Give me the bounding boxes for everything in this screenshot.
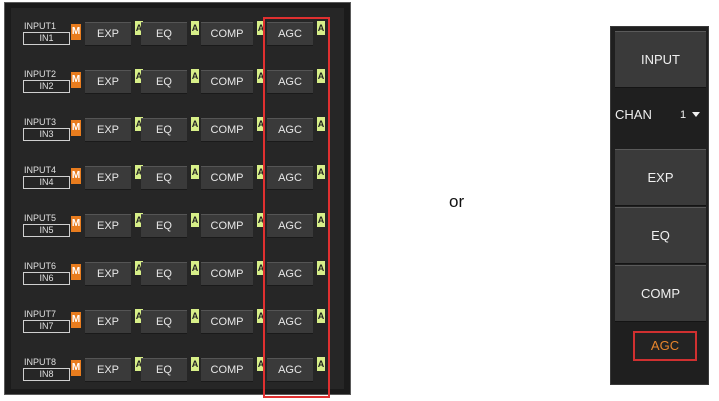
eq-button[interactable]: EQ <box>141 358 187 382</box>
mute-button[interactable]: M <box>71 168 81 184</box>
input-channel-box: IN5 <box>23 224 70 237</box>
input-channel-box: IN4 <box>23 176 70 189</box>
active-indicator[interactable]: A <box>191 117 199 131</box>
channel-panel: INPUT CHAN 1 EXP EQ COMP AGC <box>610 26 709 385</box>
input-name: INPUT7 <box>24 309 57 319</box>
exp-button[interactable]: EXP <box>85 22 131 46</box>
comp-button[interactable]: COMP <box>201 70 253 94</box>
input-matrix-panel: INPUT1 IN1 M EXP A EQ A COMP A AGC A INPUT2 IN2 M EXP A… <box>4 2 351 398</box>
exp-button[interactable]: EXP <box>85 118 131 142</box>
input-label[interactable]: INPUT4 IN4 <box>23 165 70 189</box>
exp-button[interactable]: EXP <box>85 70 131 94</box>
eq-button[interactable]: EQ <box>141 70 187 94</box>
input-channel-box: IN3 <box>23 128 70 141</box>
eq-button[interactable]: EQ <box>615 207 706 264</box>
comp-button[interactable]: COMP <box>201 22 253 46</box>
input-label[interactable]: INPUT2 IN2 <box>23 69 70 93</box>
input-name: INPUT6 <box>24 261 57 271</box>
mute-button[interactable]: M <box>71 72 81 88</box>
channel-select-value: 1 <box>680 109 687 121</box>
exp-button[interactable]: EXP <box>85 214 131 238</box>
mute-button[interactable]: M <box>71 264 81 280</box>
comp-button[interactable]: COMP <box>201 166 253 190</box>
input-name: INPUT5 <box>24 213 57 223</box>
chevron-down-icon <box>692 112 700 117</box>
channel-select[interactable]: 1 <box>678 108 704 122</box>
input-button[interactable]: INPUT <box>615 31 706 88</box>
input-label[interactable]: INPUT1 IN1 <box>23 21 70 45</box>
input-channel-box: IN6 <box>23 272 70 285</box>
active-indicator[interactable]: A <box>191 261 199 275</box>
active-indicator[interactable]: A <box>191 69 199 83</box>
eq-button[interactable]: EQ <box>141 22 187 46</box>
input-label[interactable]: INPUT6 IN6 <box>23 261 70 285</box>
input-name: INPUT2 <box>24 69 57 79</box>
agc-column-highlight <box>263 17 330 398</box>
input-label[interactable]: INPUT8 IN8 <box>23 357 70 381</box>
active-indicator[interactable]: A <box>191 213 199 227</box>
input-channel-box: IN1 <box>23 32 70 45</box>
comp-button[interactable]: COMP <box>201 118 253 142</box>
exp-button[interactable]: EXP <box>615 149 706 206</box>
input-channel-box: IN7 <box>23 320 70 333</box>
input-name: INPUT8 <box>24 357 57 367</box>
comp-button[interactable]: COMP <box>201 358 253 382</box>
input-name: INPUT1 <box>24 21 57 31</box>
active-indicator[interactable]: A <box>191 165 199 179</box>
eq-button[interactable]: EQ <box>141 118 187 142</box>
or-separator: or <box>449 192 465 211</box>
mute-button[interactable]: M <box>71 360 81 376</box>
eq-button[interactable]: EQ <box>141 262 187 286</box>
eq-button[interactable]: EQ <box>141 166 187 190</box>
comp-button[interactable]: COMP <box>201 214 253 238</box>
mute-button[interactable]: M <box>71 216 81 232</box>
mute-button[interactable]: M <box>71 312 81 328</box>
eq-button[interactable]: EQ <box>141 214 187 238</box>
input-label[interactable]: INPUT3 IN3 <box>23 117 70 141</box>
active-indicator[interactable]: A <box>191 309 199 323</box>
chan-label: CHAN <box>615 107 652 122</box>
mute-button[interactable]: M <box>71 120 81 136</box>
mute-button[interactable]: M <box>71 24 81 40</box>
exp-button[interactable]: EXP <box>85 358 131 382</box>
input-channel-box: IN8 <box>23 368 70 381</box>
input-name: INPUT3 <box>24 117 57 127</box>
exp-button[interactable]: EXP <box>85 262 131 286</box>
input-channel-box: IN2 <box>23 80 70 93</box>
active-indicator[interactable]: A <box>191 21 199 35</box>
comp-button[interactable]: COMP <box>201 310 253 334</box>
comp-button[interactable]: COMP <box>201 262 253 286</box>
agc-button[interactable]: AGC <box>633 331 697 361</box>
exp-button[interactable]: EXP <box>85 166 131 190</box>
eq-button[interactable]: EQ <box>141 310 187 334</box>
active-indicator[interactable]: A <box>191 357 199 371</box>
input-label[interactable]: INPUT7 IN7 <box>23 309 70 333</box>
input-label[interactable]: INPUT5 IN5 <box>23 213 70 237</box>
exp-button[interactable]: EXP <box>85 310 131 334</box>
input-name: INPUT4 <box>24 165 57 175</box>
channel-selector-row: CHAN 1 <box>615 98 706 132</box>
comp-button[interactable]: COMP <box>615 265 706 322</box>
